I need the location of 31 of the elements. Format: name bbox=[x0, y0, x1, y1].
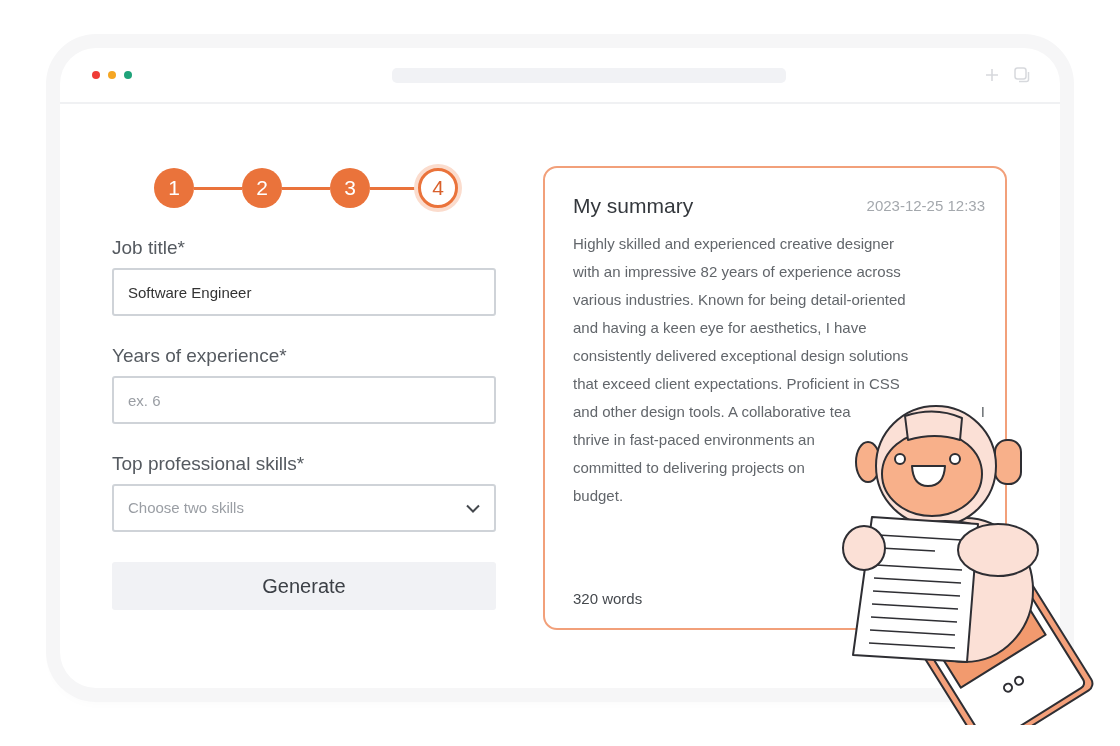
generate-button[interactable]: Generate bbox=[112, 562, 496, 610]
summary-line: and other design tools. A collaborative tea bbox=[573, 401, 851, 422]
copy-icon[interactable] bbox=[1014, 67, 1030, 83]
skills-dropdown[interactable]: Choose two skills bbox=[112, 484, 496, 532]
window-control-dot[interactable] bbox=[124, 71, 132, 79]
plus-icon[interactable] bbox=[986, 69, 998, 81]
step-number[interactable]: 4 bbox=[418, 168, 458, 208]
window-control-dot[interactable] bbox=[92, 71, 100, 79]
step-number[interactable]: 3 bbox=[330, 168, 370, 208]
step-number[interactable]: 2 bbox=[242, 168, 282, 208]
text-field[interactable]: Software Engineer bbox=[112, 268, 496, 316]
summary-line: I bbox=[980, 401, 985, 422]
summary-title: My summary bbox=[573, 193, 694, 219]
window-control-dot[interactable] bbox=[108, 71, 116, 79]
word-count: 320 words bbox=[573, 588, 644, 609]
step-number[interactable]: 1 bbox=[154, 168, 194, 208]
summary-line: budget. bbox=[573, 485, 624, 506]
field-label: Top professional skills* bbox=[112, 452, 306, 476]
field-label: Job title* bbox=[112, 236, 186, 260]
summary-line: thrive in fast-paced environments an bbox=[573, 429, 815, 450]
text-field[interactable]: ex. 6 bbox=[112, 376, 496, 424]
summary-line: various industries. Known for being detail-oriented bbox=[573, 289, 906, 310]
summary-line: consistently delivered exceptional design solutions bbox=[573, 345, 909, 366]
summary-line: with an impressive 82 years of experience across bbox=[573, 261, 901, 282]
summary-line: and having a keen eye for aesthetics, I have bbox=[573, 317, 867, 338]
summary-line: that exceed client expectations. Proficient in CSS bbox=[573, 373, 900, 394]
summary-timestamp: 2023-12-25 12:33 bbox=[866, 195, 985, 216]
field-label: Years of experience* bbox=[112, 344, 288, 368]
summary-line: committed to delivering projects on bbox=[573, 457, 805, 478]
chevron-down-icon bbox=[466, 503, 480, 513]
summary-line: Highly skilled and experienced creative designer bbox=[573, 233, 894, 254]
